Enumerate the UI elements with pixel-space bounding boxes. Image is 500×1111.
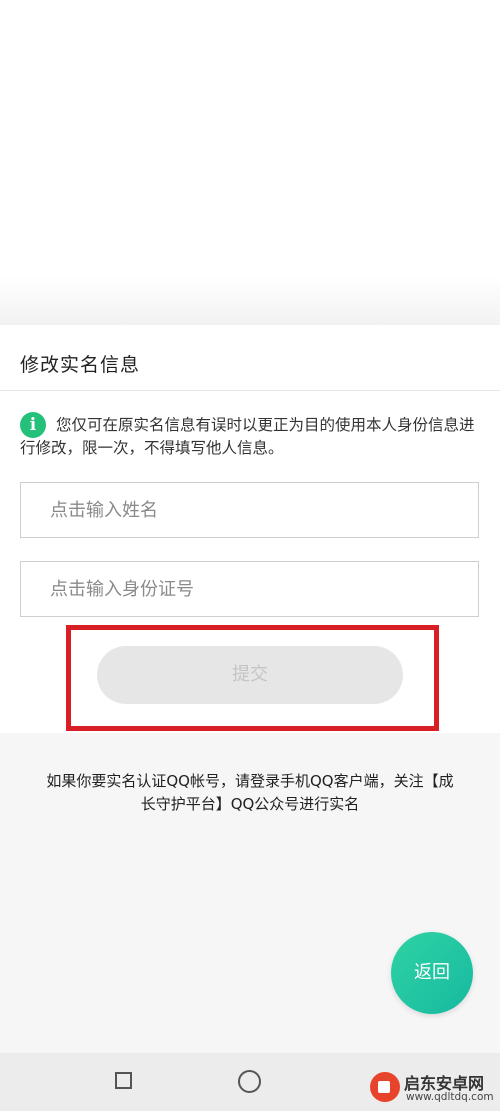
top-blank-area bbox=[0, 0, 500, 325]
square-icon[interactable] bbox=[115, 1072, 132, 1089]
back-button[interactable]: 返回 bbox=[391, 932, 473, 1014]
name-field-box bbox=[20, 482, 479, 538]
name-input[interactable] bbox=[21, 483, 478, 537]
id-number-input[interactable] bbox=[21, 562, 478, 616]
page-title: 修改实名信息 bbox=[20, 354, 141, 376]
footer-note: 如果你要实名认证QQ帐号，请登录手机QQ客户端，关注【成长守护平台】QQ公众号进… bbox=[46, 772, 454, 813]
card-header: 修改实名信息 bbox=[0, 338, 500, 391]
notice-text: 您仅可在原实名信息有误时以更正为目的使用本人身份信息进行修改，限一次，不得填写他… bbox=[20, 416, 475, 457]
watermark: 启东安卓网 www.qdltdq.com bbox=[370, 1070, 500, 1108]
highlight-box bbox=[66, 625, 439, 731]
id-number-field-box bbox=[20, 561, 479, 617]
watermark-logo-icon bbox=[370, 1072, 400, 1102]
circle-icon[interactable] bbox=[238, 1070, 261, 1093]
watermark-url: www.qdltdq.com bbox=[406, 1091, 494, 1103]
